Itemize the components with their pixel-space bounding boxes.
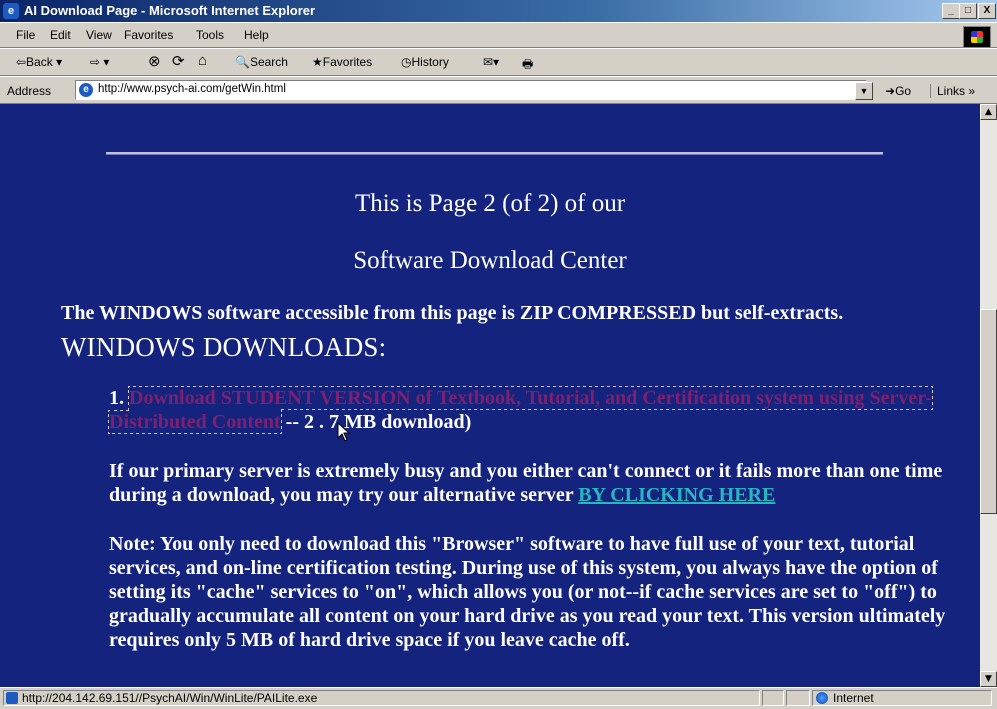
minimize-button[interactable]: _	[942, 3, 960, 19]
back-button[interactable]: ⇦Back ▾	[16, 55, 62, 69]
internet-globe-icon	[816, 692, 828, 704]
item-number: 1.	[109, 387, 124, 409]
menu-view[interactable]: View	[86, 28, 112, 42]
links-button[interactable]: Links »	[930, 84, 975, 98]
history-button[interactable]: ◷History	[401, 55, 449, 69]
status-cell	[762, 690, 784, 706]
go-label: Go	[895, 84, 912, 98]
windows-logo-icon	[963, 26, 991, 48]
scroll-down-icon[interactable]: ▼	[980, 671, 997, 687]
menu-favorites[interactable]: Favorites	[124, 28, 173, 42]
print-icon[interactable]: 🖶	[522, 55, 533, 76]
page-content: This is Page 2 (of 2) of our Software Do…	[0, 104, 980, 687]
note-paragraph: Note: You only need to download this "Br…	[109, 533, 946, 651]
history-icon: ◷	[401, 55, 412, 69]
title-bar: e AI Download Page - Microsoft Internet …	[0, 0, 997, 22]
favorites-label: Favorites	[322, 55, 373, 69]
menu-help[interactable]: Help	[244, 28, 269, 42]
menu-edit[interactable]: Edit	[50, 28, 71, 42]
page-icon: e	[79, 83, 93, 97]
menu-bar: File Edit View Favorites Tools Help	[0, 22, 997, 48]
status-bar: http://204.142.69.151//PsychAI/Win/WinLi…	[0, 687, 997, 709]
download-item-1: 1. Download STUDENT VERSION of Textbook,…	[107, 386, 980, 434]
alt-server-text: If our primary server is extremely busy …	[109, 460, 943, 506]
go-arrow-icon: ➜	[885, 84, 896, 98]
page-heading-line2: Software Download Center	[353, 247, 627, 274]
favorites-button[interactable]: ★Favorites	[312, 55, 372, 69]
scroll-thumb[interactable]	[980, 309, 997, 514]
menu-file[interactable]: File	[16, 28, 35, 42]
stop-icon[interactable]: ⊗	[148, 52, 161, 70]
toolbar: ⇦Back ▾ ⇨ ▾ ⊗ ⟳ ⌂ 🔍Search ★Favorites ◷Hi…	[0, 48, 997, 76]
page-status-icon	[6, 692, 18, 704]
go-button[interactable]: ➜Go	[885, 84, 911, 98]
alt-server-link[interactable]: BY CLICKING HERE	[578, 484, 775, 506]
status-text-panel: http://204.142.69.151//PsychAI/Win/WinLi…	[3, 690, 760, 706]
zone-label: Internet	[833, 691, 874, 705]
home-icon[interactable]: ⌂	[198, 52, 207, 69]
address-input[interactable]: e http://www.psych-ai.com/getWin.html	[75, 80, 867, 100]
ie-logo-icon[interactable]: e	[3, 3, 19, 19]
status-text: http://204.142.69.151//PsychAI/Win/WinLi…	[22, 691, 318, 705]
zip-note: The WINDOWS software accessible from thi…	[61, 302, 844, 324]
maximize-button[interactable]: □	[959, 3, 977, 19]
address-label: Address	[7, 84, 52, 98]
item-size: -- 2 . 7 MB download)	[280, 411, 472, 433]
mail-icon[interactable]: ✉▾	[483, 55, 499, 69]
status-cell	[786, 690, 810, 706]
vertical-scrollbar[interactable]: ▲ ▼	[980, 104, 997, 687]
favorites-icon: ★	[312, 55, 323, 69]
window-title: AI Download Page - Microsoft Internet Ex…	[24, 3, 316, 18]
search-label: Search	[249, 55, 288, 69]
scroll-up-icon[interactable]: ▲	[980, 104, 997, 120]
search-icon: 🔍	[235, 55, 250, 69]
menu-tools[interactable]: Tools	[196, 28, 224, 42]
history-label: History	[411, 55, 449, 69]
alt-server-paragraph: If our primary server is extremely busy …	[109, 459, 979, 507]
search-button[interactable]: 🔍Search	[235, 55, 288, 69]
section-title: WINDOWS DOWNLOADS:	[61, 332, 387, 362]
address-bar: Address e http://www.psych-ai.com/getWin…	[0, 76, 997, 104]
mouse-cursor-icon	[337, 422, 351, 442]
page-heading-line1: This is Page 2 (of 2) of our	[354, 190, 626, 217]
horizontal-rule	[106, 152, 883, 155]
refresh-icon[interactable]: ⟳	[172, 52, 185, 70]
forward-button[interactable]: ⇨ ▾	[90, 55, 109, 69]
close-button[interactable]: X	[978, 3, 996, 19]
security-zone: Internet	[812, 690, 992, 706]
address-url[interactable]: http://www.psych-ai.com/getWin.html	[98, 83, 286, 95]
address-dropdown-icon[interactable]: ▼	[855, 82, 873, 100]
download-student-version-link[interactable]: Download STUDENT VERSION of Textbook, Tu…	[107, 386, 934, 434]
